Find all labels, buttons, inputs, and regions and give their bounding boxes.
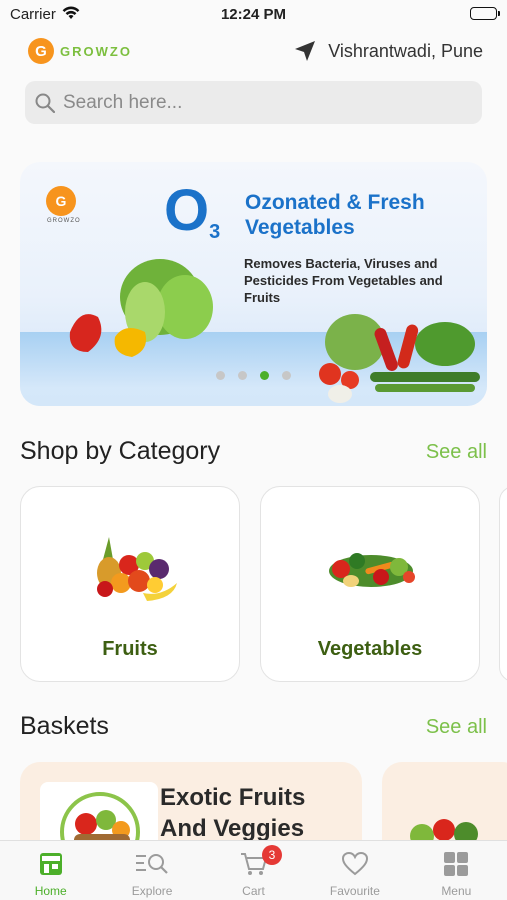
ozone-subscript: 3 — [209, 221, 221, 243]
ozone-mark: O3 — [164, 182, 221, 243]
tab-favourite[interactable]: Favourite — [304, 841, 405, 900]
app-header: G GROWZO Vishrantwadi, Pune — [0, 36, 507, 70]
baskets-section-title: Baskets — [20, 712, 109, 740]
category-card-fruits[interactable]: Fruits — [20, 486, 240, 682]
navigation-arrow-icon — [295, 41, 316, 61]
tab-label: Cart — [242, 884, 265, 898]
tab-menu[interactable]: Menu — [406, 841, 507, 900]
banner-logo-text: GROWZO — [47, 218, 81, 224]
banner-subtitle: Removes Bacteria, Viruses and Pesticides… — [244, 256, 443, 305]
clock: 12:24 PM — [220, 6, 287, 23]
banner-logo-icon: G — [46, 186, 76, 216]
tab-cart[interactable]: Cart — [203, 841, 304, 900]
leafy-greens-image — [69, 259, 213, 357]
promo-banner[interactable]: G GROWZO O3 Ozonated & Fresh Vegetables … — [20, 162, 487, 406]
growzo-logo-icon: G — [28, 38, 54, 64]
category-card-vegetables[interactable]: Vegetables — [260, 486, 480, 682]
fruits-image — [97, 537, 177, 601]
banner-title: Ozonated & Fresh Vegetables — [245, 191, 425, 239]
carousel-dot[interactable] — [238, 371, 247, 380]
grid-icon — [444, 852, 469, 876]
category-see-all-link[interactable]: See all — [426, 441, 487, 464]
brand-name: GROWZO — [60, 43, 132, 59]
ozone-letter: O — [164, 178, 210, 243]
store-icon — [39, 853, 62, 875]
carousel-dot[interactable] — [216, 371, 225, 380]
baskets-see-all-link[interactable]: See all — [426, 716, 487, 739]
search-icon — [35, 93, 55, 113]
vegetables-image — [329, 553, 415, 587]
heart-icon — [341, 851, 368, 876]
tab-label: Menu — [441, 884, 472, 898]
tab-label: Explore — [131, 884, 173, 898]
tab-explore[interactable]: Explore — [101, 841, 202, 900]
bottom-tab-bar: Home Explore Cart Favourite Menu — [0, 840, 507, 900]
category-label: Vegetables — [317, 638, 423, 660]
vegetables-image — [319, 314, 480, 403]
carousel-dot-active[interactable] — [260, 371, 269, 380]
cart-count-badge: 3 — [262, 845, 282, 865]
category-card-next[interactable] — [499, 486, 507, 682]
tab-label: Home — [34, 884, 67, 898]
search-bar[interactable] — [25, 81, 482, 124]
status-bar: Carrier 12:24 PM — [0, 0, 507, 30]
location-label: Vishrantwadi, Pune — [328, 40, 483, 61]
search-input[interactable] — [63, 91, 463, 114]
category-section-title: Shop by Category — [20, 437, 221, 465]
battery-icon — [470, 7, 500, 20]
tab-label: Favourite — [329, 884, 380, 898]
carousel-indicator — [216, 371, 291, 380]
explore-icon — [136, 854, 168, 874]
category-label: Fruits — [102, 638, 158, 660]
location-selector[interactable]: Vishrantwadi, Pune — [294, 40, 483, 62]
carousel-dot[interactable] — [282, 371, 291, 380]
tab-home[interactable]: Home — [0, 841, 101, 900]
basket-title: Exotic Fruits And Veggies — [160, 784, 306, 842]
brand-logo[interactable]: G GROWZO — [28, 38, 132, 64]
